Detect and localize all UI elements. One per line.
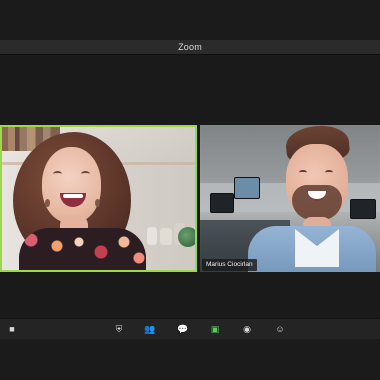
- participants-icon: 👥: [144, 324, 156, 334]
- video-camera-button[interactable]: ■: [5, 323, 19, 335]
- participant-face: [42, 147, 101, 223]
- participant-earrings: [45, 199, 50, 207]
- participant-eye: [53, 171, 62, 177]
- chat-button[interactable]: 💬: [176, 323, 190, 335]
- window-title: Zoom: [178, 42, 202, 52]
- kitchen-jar: [147, 227, 157, 245]
- reactions-icon: ☺: [275, 324, 285, 334]
- zoom-window: Zoom Marius Ciocirlan ■ ⛨ 👥 💬 ▣ ◉ ☺: [0, 40, 380, 339]
- reactions-button[interactable]: ☺: [273, 323, 287, 335]
- participant-top: [19, 228, 146, 270]
- plant: [178, 227, 195, 247]
- participant-eye: [81, 171, 90, 177]
- participant-eye: [325, 170, 333, 175]
- computer-monitor: [350, 199, 376, 219]
- participant-video-right[interactable]: Marius Ciocirlan: [200, 125, 380, 272]
- chat-bubble-icon: 💬: [177, 324, 189, 334]
- computer-monitor: [210, 193, 234, 213]
- record-button[interactable]: ◉: [240, 323, 254, 335]
- share-screen-icon: ▣: [210, 324, 220, 334]
- page-frame: Zoom Marius Ciocirlan ■ ⛨ 👥 💬 ▣ ◉ ☺: [0, 0, 380, 380]
- title-bar: Zoom: [0, 40, 380, 55]
- video-camera-icon: ■: [9, 324, 15, 334]
- record-icon: ◉: [243, 324, 251, 334]
- security-button[interactable]: ⛨: [112, 323, 126, 335]
- meeting-toolbar: ■ ⛨ 👥 💬 ▣ ◉ ☺: [0, 318, 380, 339]
- computer-monitor: [234, 177, 260, 199]
- share-screen-button[interactable]: ▣: [208, 323, 222, 335]
- shield-icon: ⛨: [115, 324, 123, 334]
- participant-eye: [299, 170, 307, 175]
- kitchen-jar: [160, 228, 172, 245]
- meeting-stage: Marius Ciocirlan: [0, 55, 380, 319]
- participant-video-left[interactable]: [0, 125, 197, 272]
- participant-name-tag: Marius Ciocirlan: [202, 259, 257, 271]
- participants-button[interactable]: 👥: [143, 323, 157, 335]
